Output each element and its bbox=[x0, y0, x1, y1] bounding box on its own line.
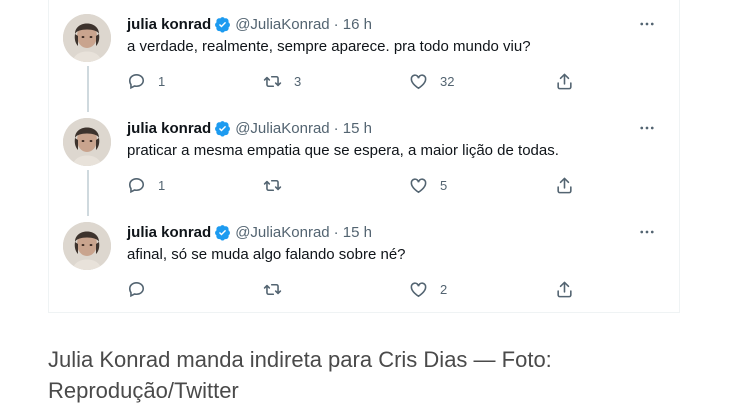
avatar[interactable] bbox=[63, 118, 111, 166]
author-handle[interactable]: @JuliaKonrad bbox=[235, 120, 329, 137]
tweet-text: a verdade, realmente, sempre aparece. pr… bbox=[127, 38, 531, 55]
like-count: 2 bbox=[440, 282, 448, 297]
tweet-actions: 2 bbox=[127, 280, 579, 304]
verified-badge-icon bbox=[215, 16, 231, 33]
reply-icon bbox=[128, 73, 145, 90]
share-button[interactable] bbox=[555, 280, 574, 299]
more-options-icon[interactable] bbox=[637, 222, 657, 242]
verified-badge-icon bbox=[215, 120, 231, 137]
more-options-icon[interactable] bbox=[637, 118, 657, 138]
retweet-icon bbox=[263, 179, 282, 192]
more-options-icon[interactable] bbox=[637, 14, 657, 34]
like-count: 32 bbox=[440, 74, 455, 89]
like-button[interactable]: 2 bbox=[409, 280, 447, 299]
tweet[interactable]: julia konrad @JuliaKonrad · 15 h afinal,… bbox=[49, 208, 679, 312]
tweet[interactable]: julia konrad @JuliaKonrad · 16 h a verda… bbox=[49, 0, 679, 104]
reply-icon bbox=[128, 177, 145, 194]
avatar[interactable] bbox=[63, 14, 111, 62]
retweet-button[interactable] bbox=[263, 280, 294, 299]
tweet-timestamp[interactable]: · 16 h bbox=[334, 16, 372, 33]
reply-count: 1 bbox=[158, 74, 166, 89]
author-handle[interactable]: @JuliaKonrad bbox=[235, 16, 329, 33]
like-count: 5 bbox=[440, 178, 448, 193]
retweet-button[interactable] bbox=[263, 176, 294, 195]
tweet-timestamp[interactable]: · 15 h bbox=[334, 224, 372, 241]
share-button[interactable] bbox=[555, 72, 574, 91]
heart-icon bbox=[410, 74, 427, 90]
tweet-actions: 1 5 bbox=[127, 176, 579, 200]
like-button[interactable]: 32 bbox=[409, 72, 454, 91]
heart-icon bbox=[410, 282, 427, 298]
share-icon bbox=[557, 281, 572, 298]
tweet-text: afinal, só se muda algo falando sobre né… bbox=[127, 246, 406, 263]
image-caption: Julia Konrad manda indireta para Cris Di… bbox=[48, 347, 552, 403]
tweet-text: praticar a mesma empatia que se espera, … bbox=[127, 142, 559, 159]
reply-button[interactable]: 1 bbox=[127, 72, 165, 91]
reply-button[interactable]: 1 bbox=[127, 176, 165, 195]
retweet-icon bbox=[263, 75, 282, 88]
tweet-timestamp[interactable]: · 15 h bbox=[334, 120, 372, 137]
like-button[interactable]: 5 bbox=[409, 176, 447, 195]
tweet-actions: 1 3 32 bbox=[127, 72, 579, 96]
share-icon bbox=[557, 177, 572, 194]
heart-icon bbox=[410, 178, 427, 194]
reply-count: 1 bbox=[158, 178, 166, 193]
author-handle[interactable]: @JuliaKonrad bbox=[235, 224, 329, 241]
retweet-count: 3 bbox=[294, 74, 302, 89]
share-button[interactable] bbox=[555, 176, 574, 195]
author-name[interactable]: julia konrad bbox=[127, 16, 211, 33]
retweet-icon bbox=[263, 283, 282, 296]
author-name[interactable]: julia konrad bbox=[127, 120, 211, 137]
verified-badge-icon bbox=[215, 224, 231, 241]
share-icon bbox=[557, 73, 572, 90]
tweet-thread-card: julia konrad @JuliaKonrad · 16 h a verda… bbox=[48, 0, 680, 313]
retweet-button[interactable]: 3 bbox=[263, 72, 301, 91]
tweet[interactable]: julia konrad @JuliaKonrad · 15 h pratica… bbox=[49, 104, 679, 208]
author-name[interactable]: julia konrad bbox=[127, 224, 211, 241]
reply-button[interactable] bbox=[127, 280, 158, 299]
reply-icon bbox=[128, 281, 145, 298]
avatar[interactable] bbox=[63, 222, 111, 270]
